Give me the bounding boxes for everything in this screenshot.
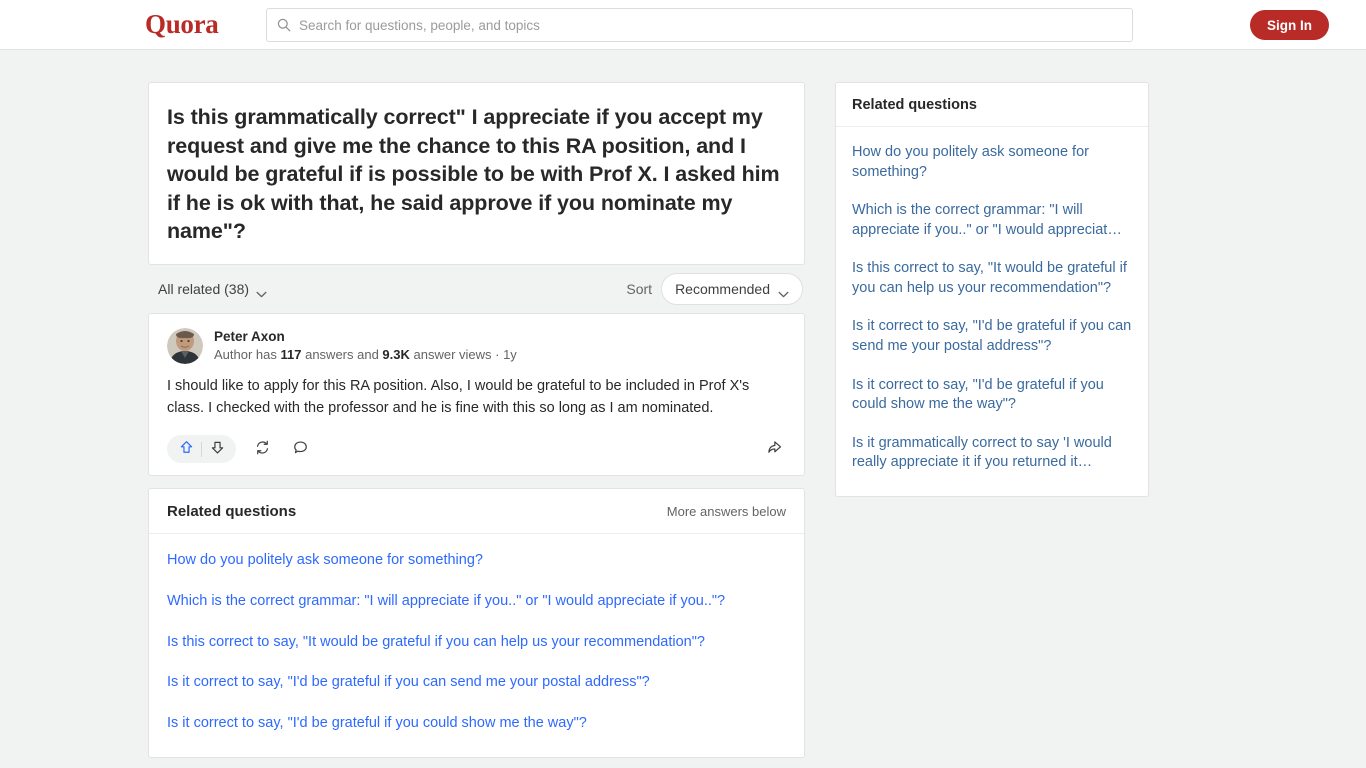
- sort-value: Recommended: [675, 280, 770, 297]
- sidebar-related-item[interactable]: Is it grammatically correct to say 'I wo…: [852, 424, 1132, 482]
- question-title: Is this grammatically correct" I appreci…: [167, 105, 780, 244]
- author-credential: Author has 117 answers and 9.3K answer v…: [214, 346, 517, 364]
- search-icon: [277, 18, 291, 32]
- credential-prefix: Author has: [214, 347, 281, 363]
- related-question-item[interactable]: Is it correct to say, "I'd be grateful i…: [167, 662, 786, 703]
- comment-icon: [292, 439, 309, 459]
- chevron-down-icon: [778, 285, 789, 298]
- related-questions-list: How do you politely ask someone for some…: [149, 534, 804, 757]
- related-question-item[interactable]: How do you politely ask someone for some…: [167, 540, 786, 581]
- page-body: Is this grammatically correct" I appreci…: [0, 50, 1366, 768]
- sidebar-related-questions-card: Related questions How do you politely as…: [835, 82, 1149, 497]
- sidebar-related-item[interactable]: Is it correct to say, "I'd be grateful i…: [852, 307, 1132, 365]
- all-related-dropdown[interactable]: All related (38): [158, 280, 267, 298]
- answer-actions-left: [167, 435, 312, 464]
- author-name[interactable]: Peter Axon: [214, 328, 517, 346]
- sidebar-column: Related questions How do you politely as…: [835, 82, 1149, 497]
- avatar[interactable]: [167, 327, 203, 364]
- more-answers-below-link[interactable]: More answers below: [667, 504, 786, 519]
- sidebar-related-title: Related questions: [836, 83, 1148, 127]
- chevron-down-icon: [256, 285, 267, 298]
- search-bar[interactable]: [266, 8, 1133, 42]
- author-row: Peter Axon Author has 117 answers and 9.…: [167, 327, 786, 364]
- related-question-item[interactable]: Is it correct to say, "I'd be grateful i…: [167, 703, 786, 744]
- sign-in-button[interactable]: Sign In: [1250, 10, 1329, 40]
- repost-button[interactable]: [250, 437, 274, 461]
- sort-dropdown[interactable]: Recommended: [661, 272, 803, 305]
- sidebar-related-item[interactable]: How do you politely ask someone for some…: [852, 133, 1132, 191]
- repost-icon: [254, 439, 271, 459]
- downvote-button[interactable]: [202, 436, 232, 462]
- related-questions-header: Related questions More answers below: [149, 489, 804, 535]
- all-related-label: All related (38): [158, 280, 250, 297]
- sort-label: Sort: [626, 280, 653, 297]
- search-input[interactable]: [299, 17, 1122, 33]
- share-icon: [766, 439, 783, 459]
- site-header: Quora Sign In: [0, 0, 1366, 50]
- share-button[interactable]: [762, 437, 786, 461]
- view-count: 9.3K: [382, 347, 410, 363]
- credential-mid: answers and: [301, 347, 383, 363]
- related-question-item[interactable]: Which is the correct grammar: "I will ap…: [167, 581, 786, 622]
- answer-actions: [167, 431, 786, 467]
- answer-count: 117: [280, 347, 302, 363]
- credential-suffix: answer views · 1y: [409, 347, 517, 363]
- related-question-item[interactable]: Is this correct to say, "It would be gra…: [167, 622, 786, 663]
- sidebar-related-item[interactable]: Is this correct to say, "It would be gra…: [852, 249, 1132, 307]
- vote-group: [167, 435, 236, 464]
- related-questions-card: Related questions More answers below How…: [148, 488, 805, 759]
- quora-logo[interactable]: Quora: [145, 9, 219, 40]
- upvote-button[interactable]: [171, 436, 201, 462]
- answer-card: Peter Axon Author has 117 answers and 9.…: [148, 312, 805, 477]
- comment-button[interactable]: [288, 437, 312, 461]
- sidebar-related-list: How do you politely ask someone for some…: [836, 127, 1148, 496]
- sort-group: Sort Recommended: [626, 272, 803, 305]
- question-card: Is this grammatically correct" I appreci…: [148, 82, 805, 265]
- sidebar-related-item[interactable]: Which is the correct grammar: "I will ap…: [852, 191, 1132, 249]
- related-questions-title: Related questions: [167, 503, 297, 521]
- downvote-icon: [209, 439, 226, 459]
- sidebar-related-item[interactable]: Is it correct to say, "I'd be grateful i…: [852, 366, 1132, 424]
- upvote-icon: [178, 439, 195, 459]
- main-column: Is this grammatically correct" I appreci…: [148, 82, 805, 768]
- answer-body: I should like to apply for this RA posit…: [167, 377, 750, 416]
- answer-filter-bar: All related (38) Sort Recommended: [148, 265, 805, 313]
- author-meta: Peter Axon Author has 117 answers and 9.…: [214, 328, 517, 364]
